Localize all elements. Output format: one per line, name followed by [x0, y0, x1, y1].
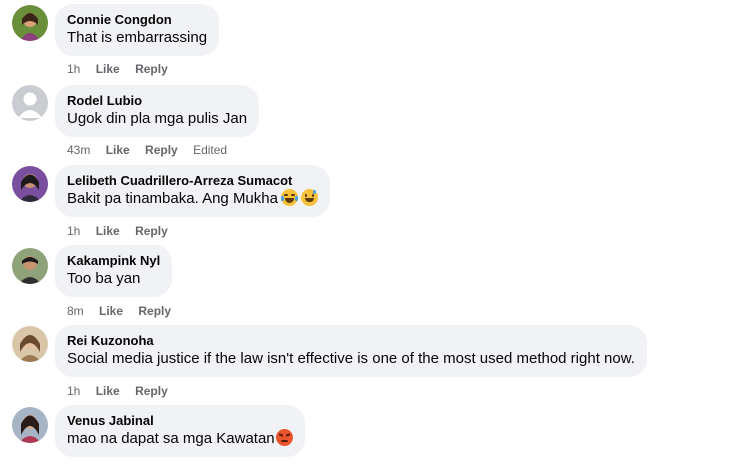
- comment-author[interactable]: Venus Jabinal: [67, 412, 293, 429]
- reply-button[interactable]: Reply: [138, 304, 171, 318]
- comment-text: Ugok din pla mga pulis Jan: [67, 110, 248, 127]
- comment-text: That is embarrassing: [67, 29, 208, 46]
- comment-bubble: Venus Jabinal mao na dapat sa mga Kawata…: [55, 405, 305, 457]
- avatar[interactable]: [12, 326, 48, 362]
- comment-bubble: Rei Kuzonoha Social media justice if the…: [55, 325, 647, 377]
- avatar[interactable]: [12, 407, 48, 443]
- comment-actions: 43m Like Reply Edited: [67, 143, 239, 157]
- comment-actions: 1h Like Reply: [67, 62, 180, 76]
- edited-label[interactable]: Edited: [193, 143, 227, 157]
- like-button[interactable]: Like: [96, 62, 120, 76]
- comment-text: Too ba yan: [67, 270, 141, 287]
- comment-time[interactable]: 1h: [67, 62, 80, 76]
- avatar[interactable]: [12, 248, 48, 284]
- angry-face-icon: [275, 429, 293, 446]
- like-button[interactable]: Like: [96, 224, 120, 238]
- avatar[interactable]: [12, 5, 48, 41]
- comment-time[interactable]: 8m: [67, 304, 84, 318]
- comment-text: Social media justice if the law isn't ef…: [67, 350, 635, 367]
- comment-author[interactable]: Connie Congdon: [67, 11, 207, 28]
- comment-bubble: Rodel Lubio Ugok din pla mga pulis Jan: [55, 85, 260, 137]
- comment-text-content: Bakit pa tinambaka. Ang Mukha: [67, 190, 278, 207]
- comment-bubble: Kakampink Nyl Too ba yan: [55, 245, 173, 297]
- grinning-face-with-sweat-icon: [300, 189, 318, 206]
- comment-actions: 8m Like Reply: [67, 304, 183, 318]
- comment-author[interactable]: Lelibeth Cuadrillero-Arreza Sumacot: [67, 172, 318, 189]
- comment-time[interactable]: 1h: [67, 384, 80, 398]
- reply-button[interactable]: Reply: [145, 143, 178, 157]
- avatar[interactable]: [12, 166, 48, 202]
- like-button[interactable]: Like: [96, 384, 120, 398]
- avatar[interactable]: [12, 85, 48, 121]
- comment-actions: 1h Like Reply: [67, 224, 180, 238]
- comment-author[interactable]: Rei Kuzonoha: [67, 332, 635, 349]
- reply-button[interactable]: Reply: [135, 62, 168, 76]
- comment-bubble: Lelibeth Cuadrillero-Arreza Sumacot Baki…: [55, 165, 330, 217]
- reply-button[interactable]: Reply: [135, 224, 168, 238]
- comment-text-content: mao na dapat sa mga Kawatan: [67, 430, 275, 447]
- comment-actions: 1h Like Reply: [67, 384, 180, 398]
- reply-button[interactable]: Reply: [135, 384, 168, 398]
- comment-text: Bakit pa tinambaka. Ang Mukha: [67, 189, 318, 209]
- comment-author[interactable]: Kakampink Nyl: [67, 252, 160, 269]
- comment-time[interactable]: 43m: [67, 143, 90, 157]
- face-with-tears-of-joy-icon: [280, 189, 298, 206]
- comment-time[interactable]: 1h: [67, 224, 80, 238]
- comment-text: mao na dapat sa mga Kawatan: [67, 429, 293, 449]
- comment-bubble: Connie Congdon That is embarrassing: [55, 4, 220, 56]
- like-button[interactable]: Like: [106, 143, 130, 157]
- comment-author[interactable]: Rodel Lubio: [67, 92, 247, 109]
- like-button[interactable]: Like: [99, 304, 123, 318]
